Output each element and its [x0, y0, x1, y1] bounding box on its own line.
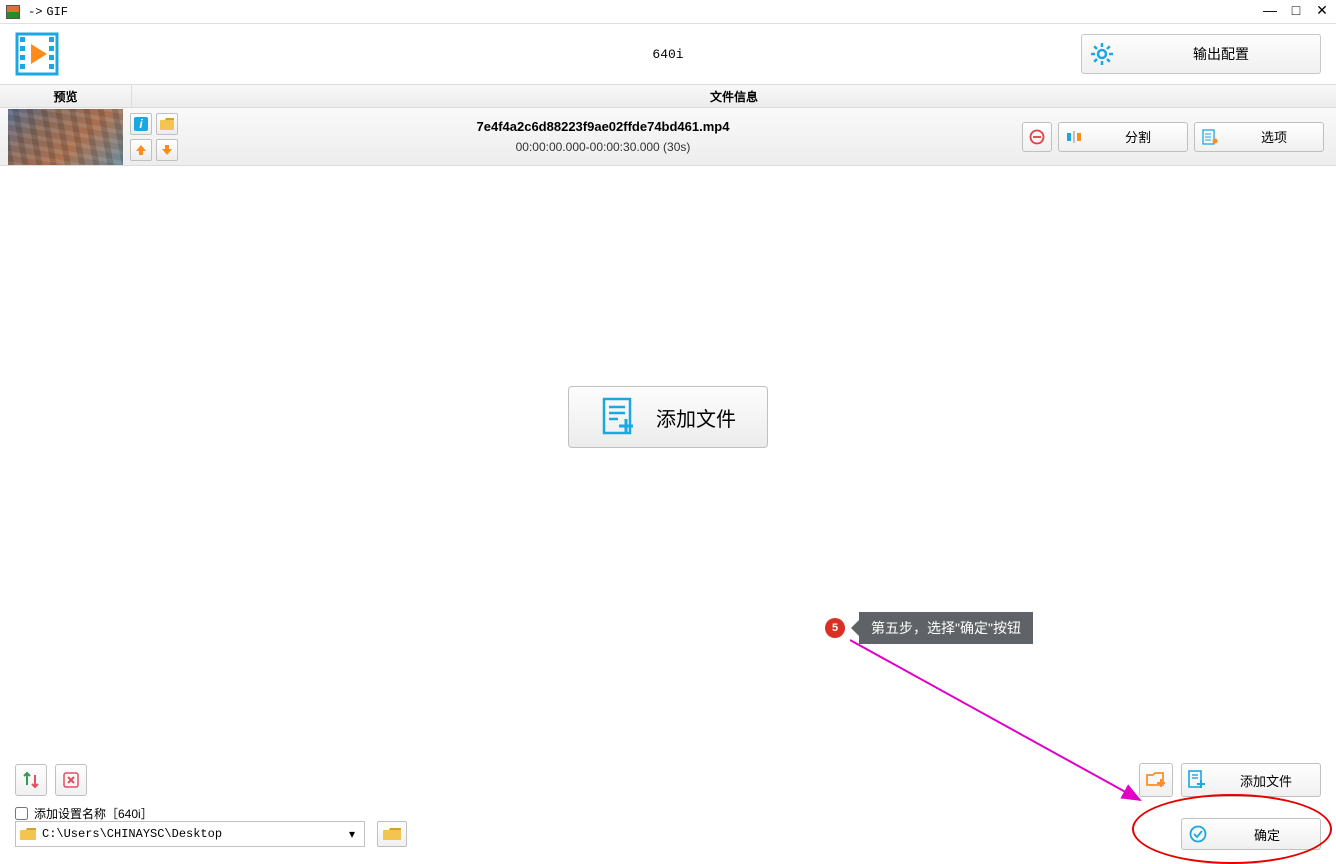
window-title: GIF: [46, 5, 68, 19]
annotation-pointer: [851, 620, 859, 636]
logo-button[interactable]: [15, 32, 59, 76]
output-path-text: C:\Users\CHINAYSC\Desktop: [42, 827, 344, 841]
add-file-large-label: 添加文件: [656, 403, 736, 432]
title-arrow: ->: [28, 5, 42, 19]
close-button[interactable]: ✕: [1314, 2, 1330, 18]
clear-button[interactable]: [55, 764, 87, 796]
add-file-small-icon: [1182, 770, 1212, 790]
main-toolbar: 640i 输出配置: [0, 24, 1336, 84]
format-label: 640i: [652, 47, 683, 62]
move-down-button[interactable]: [156, 139, 178, 161]
folder-icon: [20, 827, 36, 841]
annotation-callout: 5 第五步，选择"确定"按钮: [825, 612, 1033, 644]
ok-label: 确定: [1214, 825, 1320, 844]
browse-button[interactable]: [377, 821, 407, 847]
app-icon: [6, 5, 20, 19]
file-name: 7e4f4a2c6d88223f9ae02ffde74bd461.mp4: [184, 119, 1022, 134]
annotation-badge: 5: [825, 618, 845, 638]
file-duration: 00:00:00.000-00:00:30.000 (30s): [184, 140, 1022, 154]
header-fileinfo: 文件信息: [132, 85, 1336, 107]
output-config-button[interactable]: 输出配置: [1081, 34, 1321, 74]
titlebar: -> GIF — □ ✕: [0, 0, 1336, 24]
gear-icon: [1082, 42, 1122, 66]
info-button[interactable]: i: [130, 113, 152, 135]
options-button[interactable]: 选项: [1194, 122, 1324, 152]
minimize-button[interactable]: —: [1262, 2, 1278, 18]
path-dropdown-icon[interactable]: ▾: [344, 827, 360, 841]
split-label: 分割: [1089, 127, 1187, 146]
file-row[interactable]: i 7e4f4a2c6d88223f9ae02ffde74bd461.mp4 0…: [0, 108, 1336, 166]
bottom-toolbar: 添加文件: [0, 760, 1336, 800]
video-thumbnail[interactable]: [8, 109, 123, 165]
drop-area: 添加文件: [0, 166, 1336, 726]
move-up-button[interactable]: [130, 139, 152, 161]
annotation-text: 第五步，选择"确定"按钮: [859, 612, 1033, 644]
folder-button[interactable]: [156, 113, 178, 135]
split-button[interactable]: 分割: [1058, 122, 1188, 152]
file-mini-controls: i: [124, 109, 184, 165]
output-path-input[interactable]: C:\Users\CHINAYSC\Desktop ▾: [15, 821, 365, 847]
file-actions: 分割 选项: [1022, 122, 1336, 152]
file-info: 7e4f4a2c6d88223f9ae02ffde74bd461.mp4 00:…: [184, 119, 1022, 154]
maximize-button[interactable]: □: [1288, 2, 1304, 18]
add-file-icon: [600, 397, 640, 437]
output-path-row: C:\Users\CHINAYSC\Desktop ▾ 确定: [0, 818, 1336, 856]
options-icon: [1195, 129, 1225, 145]
add-file-button[interactable]: 添加文件: [1181, 763, 1321, 797]
ok-button[interactable]: 确定: [1181, 818, 1321, 850]
output-config-label: 输出配置: [1122, 44, 1320, 64]
column-headers: 预览 文件信息: [0, 84, 1336, 108]
remove-button[interactable]: [1022, 122, 1052, 152]
header-preview: 预览: [0, 85, 132, 107]
add-file-large-button[interactable]: 添加文件: [568, 386, 768, 448]
add-file-label: 添加文件: [1212, 771, 1320, 790]
sort-button[interactable]: [15, 764, 47, 796]
options-label: 选项: [1225, 127, 1323, 146]
split-icon: [1059, 129, 1089, 145]
add-folder-button[interactable]: [1139, 763, 1173, 797]
check-icon: [1182, 825, 1214, 843]
remove-icon: [1023, 129, 1051, 145]
